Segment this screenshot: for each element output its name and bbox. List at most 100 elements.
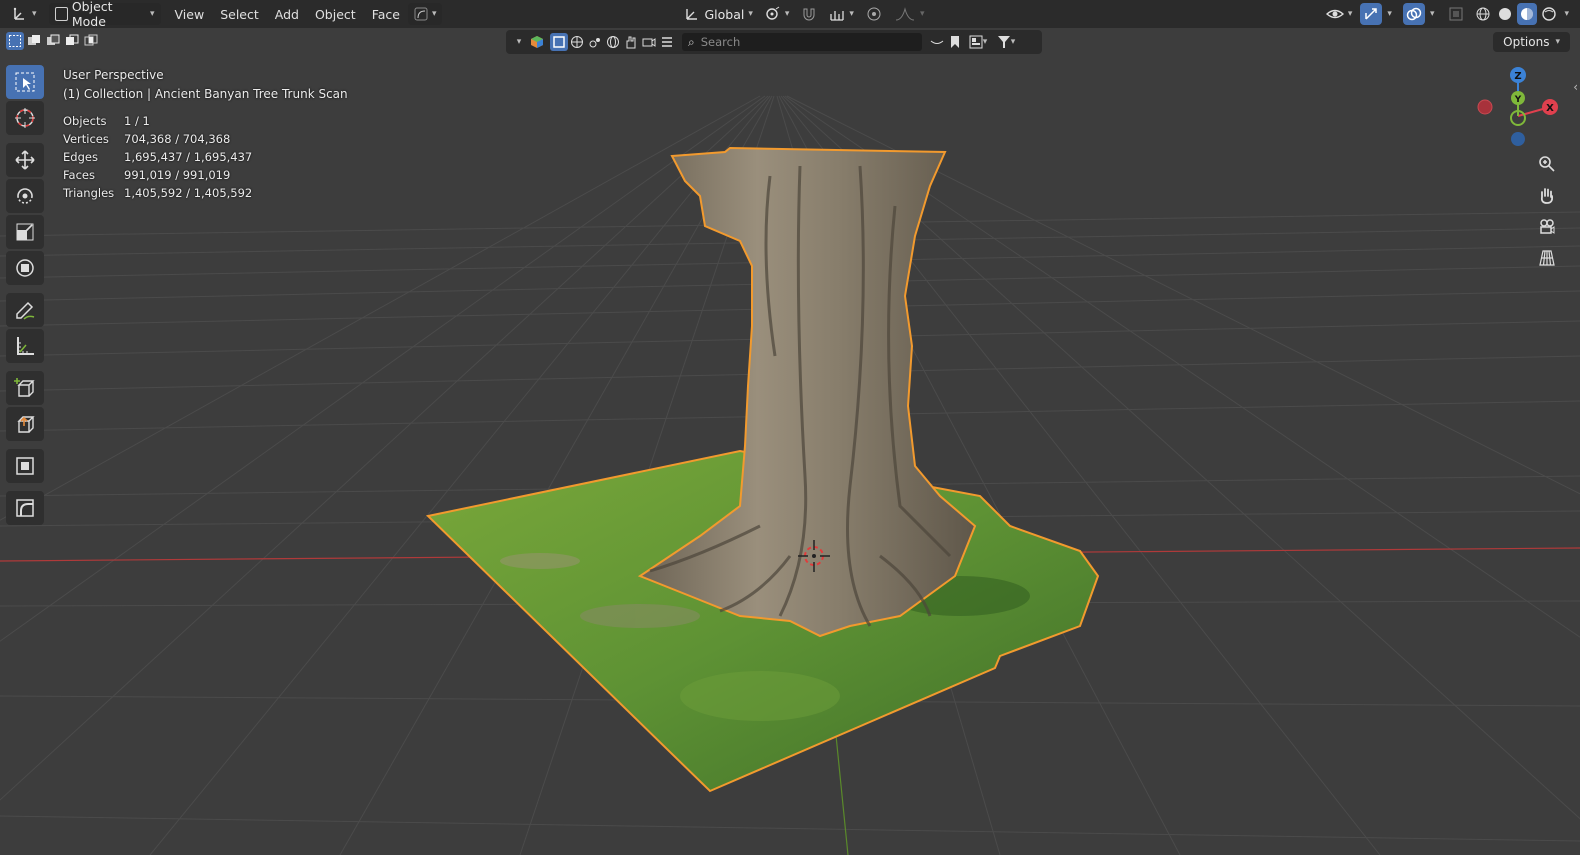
proportional-edit-icon <box>867 7 881 21</box>
hand-filter-button[interactable] <box>622 33 640 51</box>
snap-increment-icon <box>830 11 845 21</box>
material-sphere-icon <box>1521 8 1534 20</box>
grid-perspective-icon <box>1539 250 1555 266</box>
sphere-filter-button[interactable] <box>568 33 586 51</box>
transform-orientation-dropdown[interactable]: Global ▾ <box>678 3 758 25</box>
options-label: Options <box>1503 35 1550 49</box>
select-box-icon <box>15 72 35 92</box>
display-mode-dropdown[interactable]: ▾ <box>964 33 992 51</box>
globe-filter-button[interactable] <box>604 33 622 51</box>
inset-icon <box>16 457 34 475</box>
solid-sphere-icon <box>1499 8 1512 20</box>
measure-tool[interactable] <box>6 329 44 363</box>
visibility-dropdown[interactable]: ▾ <box>1320 3 1359 25</box>
annotate-tool[interactable] <box>6 293 44 327</box>
face-options-dropdown[interactable]: ▾ <box>407 3 443 25</box>
chevron-down-icon: ▾ <box>516 37 522 47</box>
navigation-gizmo[interactable]: Z X Y <box>1470 64 1570 154</box>
stat-value: 991,019 / 991,019 <box>124 168 231 182</box>
pan-button[interactable] <box>1533 182 1561 210</box>
mesh-filter-button[interactable] <box>550 33 568 51</box>
menu-object[interactable]: Object <box>307 3 364 25</box>
shading-wireframe-button[interactable] <box>1473 3 1493 25</box>
stat-label: Vertices <box>63 132 109 146</box>
snap-target-dropdown[interactable]: ▾ <box>823 3 860 25</box>
add-cube-tool[interactable] <box>6 371 44 405</box>
active-collection: (1) Collection | Ancient Banyan Tree Tru… <box>63 87 348 101</box>
proportional-falloff-dropdown[interactable]: ▾ <box>888 3 931 25</box>
menu-view[interactable]: View <box>167 3 213 25</box>
object-type-filter-bar: ▾ ⌕ Search ▾ ▾ <box>506 30 1042 54</box>
inset-tool[interactable] <box>6 449 44 483</box>
xray-icon <box>1449 7 1463 21</box>
light-filter-button[interactable] <box>586 33 604 51</box>
sidebar-expand-arrow[interactable]: ‹ <box>1573 80 1578 94</box>
bevel-tool[interactable] <box>6 491 44 525</box>
zoom-button[interactable] <box>1533 150 1561 178</box>
proportional-edit-toggle[interactable] <box>860 3 888 25</box>
search-icon: ⌕ <box>688 34 695 49</box>
chevron-down-icon: ▾ <box>431 9 437 19</box>
perspective-toggle-button[interactable] <box>1533 244 1561 272</box>
select-invert-button[interactable] <box>63 32 81 50</box>
overlays-toggle[interactable] <box>1402 3 1425 25</box>
stat-row: Triangles 1,405,592 / 1,405,592 <box>63 184 252 202</box>
gizmo-dropdown[interactable]: ▾ <box>1384 3 1395 25</box>
menu-select[interactable]: Select <box>212 3 267 25</box>
mode-dropdown[interactable]: Object Mode ▾ <box>48 0 161 29</box>
chevron-down-icon: ▾ <box>150 9 155 19</box>
shading-material-button[interactable] <box>1517 3 1538 25</box>
shading-solid-button[interactable] <box>1495 3 1515 25</box>
stat-row: Vertices 704,368 / 704,368 <box>63 130 252 148</box>
chevron-down-icon: ▾ <box>1429 9 1435 19</box>
editor-type-dropdown[interactable]: ▾ <box>6 3 43 25</box>
visibility-filter-button[interactable] <box>928 33 946 51</box>
snap-toggle[interactable] <box>795 3 823 25</box>
stat-value: 1 / 1 <box>124 114 150 128</box>
mesh-icon <box>553 36 565 48</box>
other-filter-button[interactable] <box>658 33 676 51</box>
chevron-down-icon: ▾ <box>1555 37 1560 47</box>
mode-label: Object Mode <box>71 0 113 29</box>
options-dropdown[interactable]: Options ▾ <box>1493 32 1570 52</box>
display-mode-icon <box>969 35 983 49</box>
menu-add[interactable]: Add <box>267 3 307 25</box>
camera-filter-button[interactable] <box>640 33 658 51</box>
shading-dropdown[interactable]: ▾ <box>1561 3 1572 25</box>
filter-funnel-dropdown[interactable]: ▾ <box>992 33 1020 51</box>
menu-face[interactable]: Face <box>364 3 408 25</box>
bookmark-button[interactable] <box>946 33 964 51</box>
ruler-icon <box>17 337 34 355</box>
select-new-button[interactable] <box>6 32 24 50</box>
overlays-icon <box>1406 7 1422 21</box>
chevron-down-icon: ▾ <box>32 9 37 19</box>
overlays-dropdown[interactable]: ▾ <box>1427 3 1438 25</box>
camera-view-button[interactable] <box>1533 213 1561 241</box>
rotate-tool[interactable] <box>6 179 44 213</box>
search-field[interactable]: ⌕ Search <box>682 33 922 51</box>
sphere-icon <box>571 36 583 48</box>
filter-dropdown[interactable]: ▾ <box>510 33 528 51</box>
bookmark-icon <box>951 36 959 48</box>
select-intersect-button[interactable] <box>82 32 100 50</box>
xray-toggle[interactable] <box>1445 3 1467 25</box>
object-types-icon[interactable] <box>528 33 546 51</box>
select-box-tool[interactable] <box>6 65 44 99</box>
select-extend-button[interactable] <box>25 32 43 50</box>
select-subtract-button[interactable] <box>44 32 62 50</box>
chevron-down-icon: ▾ <box>1387 9 1392 19</box>
stat-row: Edges 1,695,437 / 1,695,437 <box>63 148 252 166</box>
extrude-tool[interactable] <box>6 407 44 441</box>
select-new-icon <box>9 35 21 47</box>
pivot-point-dropdown[interactable]: ▾ <box>759 3 796 25</box>
select-invert-icon <box>66 34 79 45</box>
gizmo-toggle[interactable] <box>1360 3 1383 25</box>
transform-tool[interactable] <box>6 251 44 285</box>
shading-rendered-button[interactable] <box>1539 3 1559 25</box>
viewport-header: ▾ Object Mode ▾ View Select Add Object F… <box>0 0 1580 29</box>
cursor-tool[interactable] <box>6 101 44 135</box>
scale-tool[interactable] <box>6 215 44 249</box>
chevron-down-icon: ▾ <box>784 9 790 19</box>
extrude-icon <box>17 416 35 433</box>
move-tool[interactable] <box>6 143 44 177</box>
